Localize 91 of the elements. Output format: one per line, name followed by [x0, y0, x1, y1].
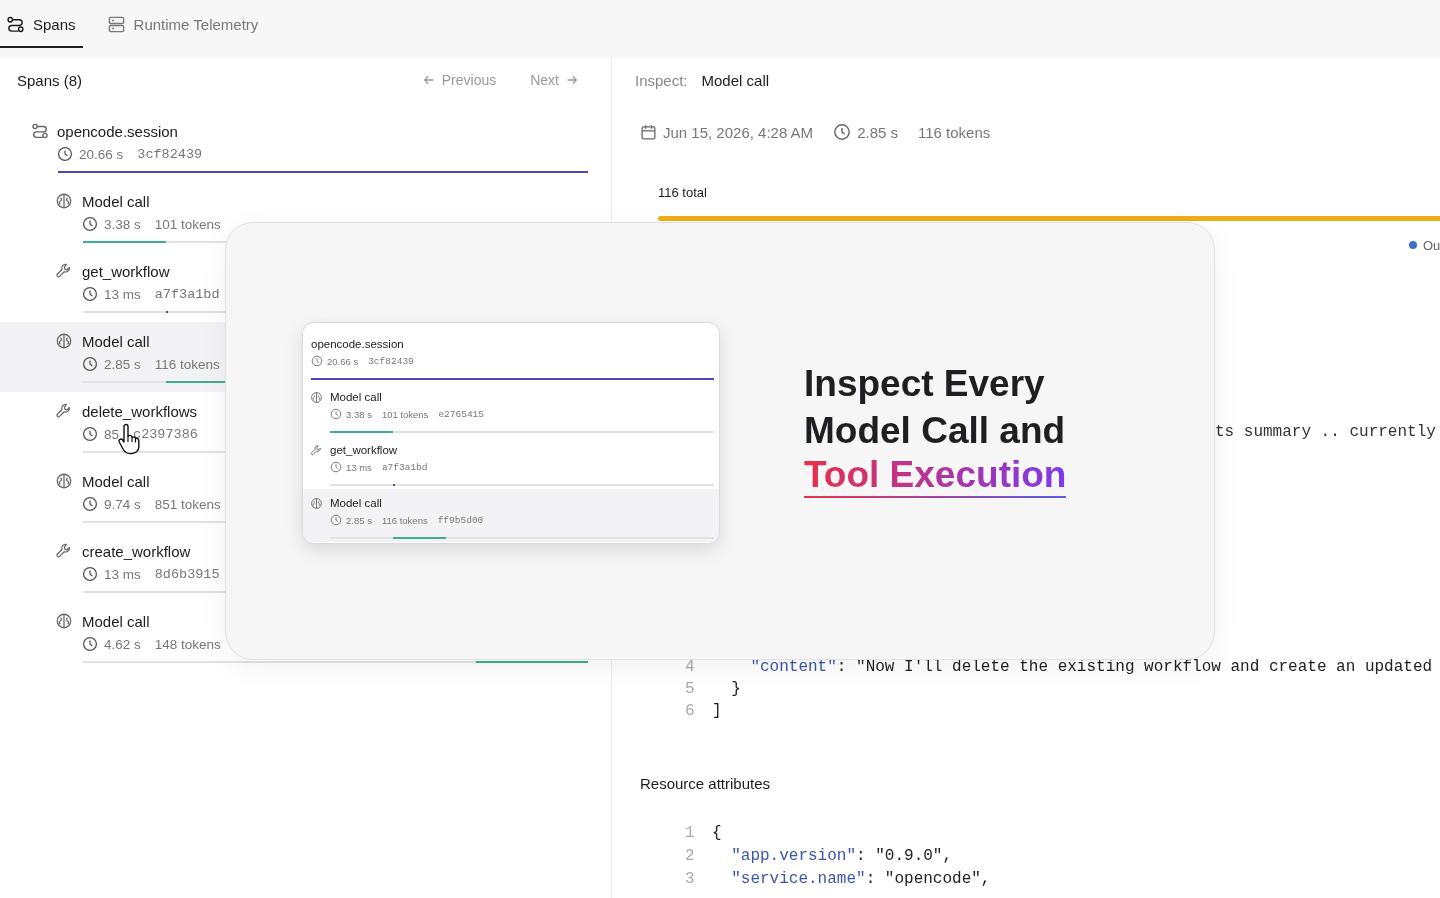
brain-icon [55, 472, 73, 490]
span-id: a7f3a1bd [381, 461, 428, 473]
span-duration: 2.85 s [104, 356, 141, 372]
span-duration: 20.66 s [79, 146, 124, 162]
span-name: Model call [82, 332, 150, 350]
span-duration: 9.74 s [104, 496, 141, 512]
token-total: 116 total [657, 184, 708, 202]
calendar-icon [640, 123, 657, 141]
span-tokens: 851 tokens [154, 496, 221, 512]
span-id: e2765415 [438, 408, 484, 420]
clock-icon [82, 216, 98, 232]
span-name: Model call [82, 192, 150, 210]
span-id: c2397386 [133, 426, 198, 442]
span-id: 8d6b3915 [154, 566, 220, 582]
clock-icon [82, 566, 98, 582]
brain-icon [310, 390, 323, 404]
tab[interactable]: Spans [0, 2, 83, 48]
span-duration: 3.38 s [104, 216, 141, 232]
span-name: opencode.session [311, 338, 404, 350]
clock-icon [82, 636, 98, 652]
clock-icon [833, 123, 852, 141]
wrench-icon [55, 542, 73, 560]
arrow-right-icon [565, 73, 579, 87]
span-duration: 20.66 s [327, 355, 359, 367]
line-number: 1 [684, 823, 696, 844]
brain-icon [310, 496, 323, 510]
span-name: delete_workflows [82, 402, 198, 420]
code-line: ] [712, 701, 722, 722]
span-duration: 13 ms [346, 461, 372, 473]
code-line: { [712, 823, 722, 844]
span-id: ff9b5d00 [437, 514, 484, 526]
section-title: Resource attributes [639, 774, 772, 794]
code-line: } [730, 679, 741, 700]
legend-label: Ou [1423, 237, 1440, 253]
span-name: get_workflow [82, 262, 170, 280]
span-name: Model call [330, 497, 382, 509]
line-number: 2 [684, 846, 696, 867]
span-duration: 13 ms [104, 286, 141, 302]
span-name: Model call [82, 472, 150, 490]
clock-icon [82, 286, 98, 302]
line-number: 6 [684, 701, 696, 722]
line-number: 3 [684, 869, 696, 890]
span-name: get_workflow [330, 444, 398, 456]
wrench-icon [55, 402, 73, 420]
span-duration: 13 ms [104, 566, 141, 582]
clock-icon [311, 355, 323, 367]
span-name: opencode.session [57, 122, 178, 140]
span-name: Model call [82, 612, 150, 630]
span-name: Model call [330, 391, 382, 403]
span-duration: 3.38 s [346, 408, 372, 420]
code-line: ts summary .. currently [1215, 423, 1436, 441]
span-name: create_workflow [82, 542, 191, 560]
clock-icon [82, 356, 98, 372]
server-icon [106, 14, 126, 34]
span-id: 3cf82439 [137, 146, 203, 162]
panel-title: Spans (8) [17, 71, 83, 89]
clock-icon [57, 146, 73, 162]
tab[interactable]: Runtime Telemetry [100, 2, 266, 48]
span-duration: 85 [104, 426, 120, 442]
code-line: "app.version": "0.9.0", [730, 846, 953, 867]
span-tokens: 101 tokens [381, 408, 429, 420]
span-id: a7f3a1bd [154, 286, 220, 302]
span-date: Jun 15, 2026, 4:28 AM [663, 123, 814, 141]
span-duration: 2.85 s [857, 123, 898, 141]
inspect-title: Model call [701, 71, 770, 89]
brain-icon [55, 612, 73, 630]
spans-icon [6, 14, 25, 34]
wrench-icon [310, 443, 323, 457]
wrench-icon [55, 262, 73, 280]
inspect-label: Inspect: [635, 71, 688, 89]
span-tokens: 116 tokens [381, 514, 428, 526]
arrow-left-icon [421, 73, 436, 87]
span-tokens: 116 tokens [918, 123, 991, 141]
spans-icon [31, 122, 49, 140]
line-number: 5 [684, 679, 696, 700]
span-tokens: 116 tokens [154, 356, 220, 372]
clock-icon [330, 408, 342, 420]
span-id: 3cf82439 [368, 355, 414, 367]
brain-icon [55, 192, 73, 210]
headline: Inspect Every Model Call and [804, 362, 1067, 453]
clock-icon [330, 461, 342, 473]
span-tokens: 148 tokens [154, 636, 221, 652]
span-duration: 2.85 s [346, 514, 372, 526]
code-line: "service.name": "opencode", [730, 869, 991, 890]
line-number: 4 [684, 657, 696, 678]
span-duration: 4.62 s [104, 636, 141, 652]
clock-icon [82, 426, 98, 442]
brain-icon [55, 332, 73, 350]
clock-icon [82, 496, 98, 512]
span-tokens: 101 tokens [154, 216, 221, 232]
clock-icon [330, 514, 342, 526]
